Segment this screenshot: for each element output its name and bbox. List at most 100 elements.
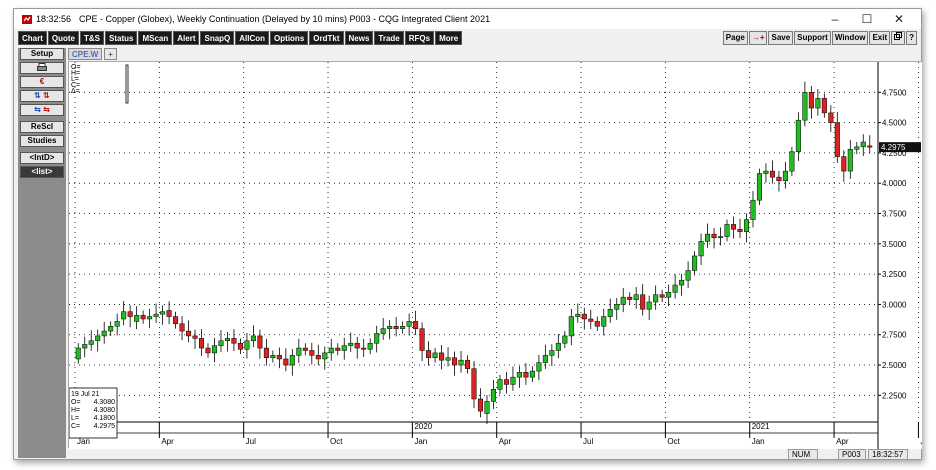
candle-body: [341, 345, 347, 351]
status-time: 18:32:57: [868, 449, 908, 460]
toolbar-status-button[interactable]: Status: [105, 31, 138, 45]
candle-body: [263, 347, 269, 359]
candle-body: [737, 229, 743, 232]
setup-button[interactable]: Setup: [20, 48, 64, 60]
currency-button[interactable]: €: [20, 76, 64, 88]
chart-area[interactable]: 2.2500 2.5000 2.7500 3.0000 3.2500 3.5000 3.75…: [68, 61, 931, 449]
interval-button[interactable]: <IntD>: [20, 152, 64, 164]
support-button[interactable]: Support: [794, 31, 831, 45]
candle-body: [121, 311, 127, 320]
info-date: 19 Jul 21: [71, 391, 100, 398]
toolbar-quote-button[interactable]: Quote: [47, 31, 79, 45]
candle-body: [867, 145, 873, 148]
candle-body: [828, 112, 834, 123]
page-arrows-button[interactable]: →+: [748, 31, 768, 45]
y-tick-label: 3.5000: [882, 240, 907, 249]
toolbar-alert-button[interactable]: Alert: [173, 31, 200, 45]
candle-body: [114, 321, 120, 327]
toolbar-options-button[interactable]: Options: [270, 31, 309, 45]
help-button[interactable]: ?: [906, 31, 917, 45]
candle-body: [601, 316, 607, 327]
toolbar-snapq-button[interactable]: SnapQ: [200, 31, 235, 45]
page-button[interactable]: Page: [722, 31, 748, 45]
info-close-label: C=: [71, 423, 80, 430]
window-title: CPE - Copper (Globex), Weekly Continuati…: [79, 14, 491, 24]
exit-button[interactable]: Exit: [869, 31, 891, 45]
candle-body: [205, 347, 211, 354]
maximize-button[interactable]: ☐: [851, 9, 883, 29]
candle-body: [718, 236, 724, 239]
print-button[interactable]: [20, 62, 64, 74]
candle-body: [776, 176, 782, 182]
x-tick-label: Oct: [667, 437, 680, 446]
candle-body: [516, 372, 522, 378]
candle-body: [581, 313, 587, 320]
candle-body: [186, 330, 192, 337]
toolbar-more-button[interactable]: More: [435, 31, 463, 45]
candle-body: [166, 310, 172, 317]
right-toolbar: Page →+ Save Support Window Exit ?: [722, 31, 917, 45]
toolbar-chart-button[interactable]: Chart: [18, 31, 47, 45]
candle-body: [834, 122, 840, 157]
tab-cpe-w[interactable]: CPE.W: [68, 48, 103, 60]
candle-body: [562, 335, 568, 344]
toolbar-ts-button[interactable]: T&S: [80, 31, 104, 45]
candle-body: [198, 338, 205, 349]
candle-body: [283, 358, 289, 366]
print-icon: [37, 63, 47, 71]
candle-body: [575, 313, 581, 317]
x-tick-label: Apr: [836, 437, 849, 446]
candle-body: [802, 92, 808, 121]
toolbar-news-button[interactable]: News: [344, 31, 374, 45]
candle-body: [705, 233, 711, 242]
candle-body: [413, 321, 419, 329]
bar-type-button-row2[interactable]: ⇆ ⇆: [20, 104, 64, 116]
candle-body: [374, 333, 380, 344]
add-tab-button[interactable]: +: [104, 48, 117, 60]
list-button[interactable]: <list>: [20, 166, 64, 178]
candle-body: [445, 357, 451, 361]
minimize-button[interactable]: –: [819, 9, 851, 29]
app-window: 18:32:56 CPE - Copper (Globex), Weekly C…: [13, 8, 931, 460]
rescale-button[interactable]: ReScl: [20, 121, 64, 133]
candle-body: [380, 328, 386, 334]
candle-body: [542, 355, 548, 363]
candle-body: [607, 309, 613, 317]
close-button[interactable]: ✕: [883, 9, 915, 29]
candle-body: [750, 199, 756, 220]
candle-body: [95, 335, 101, 342]
candle-body: [711, 233, 717, 239]
restore-icon[interactable]: [891, 31, 906, 45]
candles-icon: ⇆: [34, 105, 41, 114]
candle-body: [192, 335, 198, 339]
x-tick-label: Jul: [246, 437, 256, 446]
title-time: 18:32:56: [36, 14, 72, 24]
candle-body: [841, 156, 847, 172]
last-price-tag: 4.2975: [879, 142, 921, 153]
toolbar-ordtkt-button[interactable]: OrdTkt: [309, 31, 344, 45]
info-open: 4.3080: [94, 399, 116, 406]
window-button[interactable]: Window: [831, 31, 869, 45]
euro-icon: €: [39, 77, 45, 86]
candle-body: [224, 338, 230, 342]
candle-body: [808, 92, 814, 109]
candle-body: [315, 355, 321, 360]
candle-body: [484, 401, 490, 414]
candle-body: [173, 316, 179, 325]
candle-body: [367, 342, 373, 350]
save-button[interactable]: Save: [768, 31, 794, 45]
candle-body: [614, 304, 620, 310]
toolbar-allcon-button[interactable]: AllCon: [235, 31, 270, 45]
price-chart[interactable]: 2.2500 2.5000 2.7500 3.0000 3.2500 3.5000 3.75…: [68, 62, 931, 449]
candle-body: [860, 141, 866, 148]
studies-button[interactable]: Studies: [20, 135, 64, 147]
candle-body: [672, 284, 678, 293]
candle-body: [529, 370, 535, 378]
toolbar-mscan-button[interactable]: MScan: [138, 31, 173, 45]
x-tick-label: Jan: [414, 437, 427, 446]
bar-type-button-row1[interactable]: ⇅ ⇅: [20, 90, 64, 102]
toolbar-trade-button[interactable]: Trade: [374, 31, 404, 45]
candles-hollow-icon: ⇆: [43, 105, 50, 114]
y-tick-label: 4.5000: [882, 119, 907, 128]
toolbar-rfqs-button[interactable]: RFQs: [404, 31, 435, 45]
